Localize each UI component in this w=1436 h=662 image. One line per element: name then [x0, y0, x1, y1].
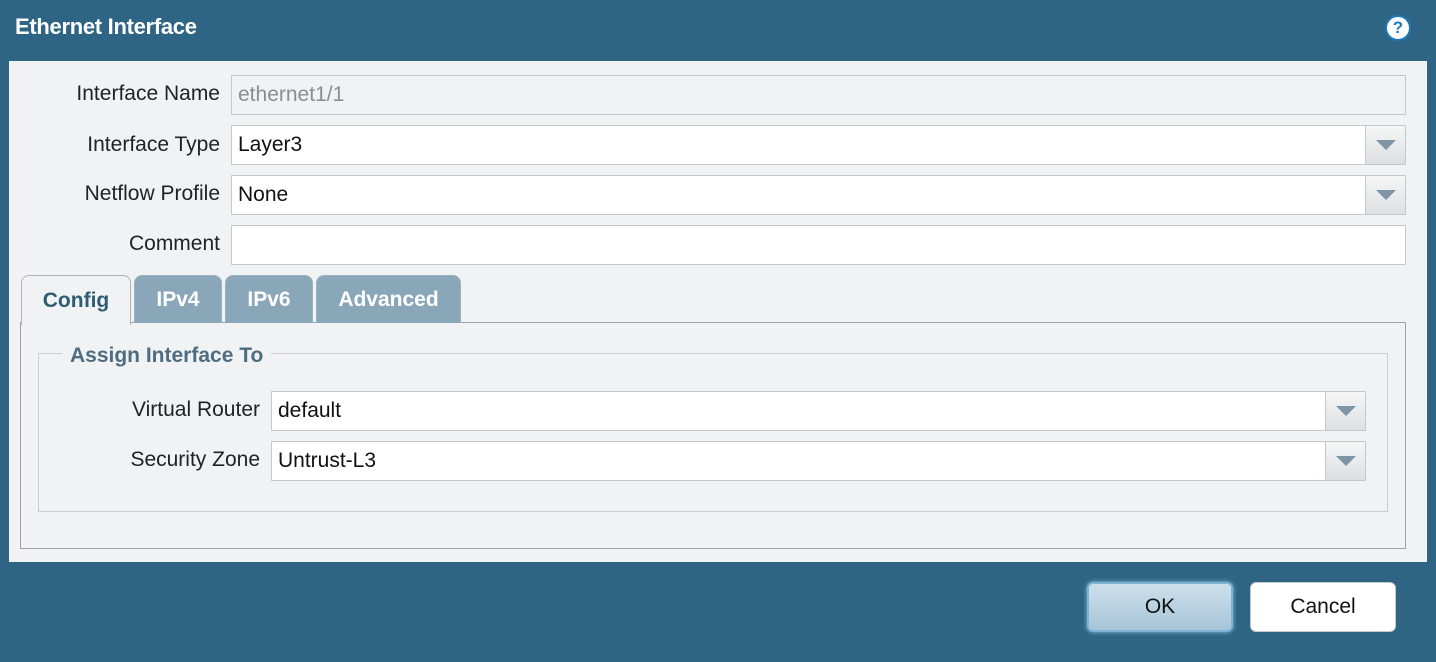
security-zone-label: Security Zone [130, 448, 260, 471]
dialog-title: Ethernet Interface [15, 14, 197, 39]
ok-button[interactable]: OK [1087, 582, 1233, 632]
comment-label: Comment [128, 232, 220, 255]
assign-interface-title: Assign Interface To [62, 344, 272, 368]
chevron-down-icon [1375, 140, 1396, 150]
interface-type-label: Interface Type [87, 133, 220, 156]
netflow-profile-value: None [238, 183, 289, 206]
interface-type-select[interactable]: Layer3 [231, 125, 1406, 165]
security-zone-select[interactable]: Untrust-L3 [271, 441, 1366, 481]
tab-ipv4[interactable]: IPv4 [134, 275, 222, 323]
chevron-down-icon [1335, 456, 1356, 466]
interface-type-dropdown-button[interactable] [1365, 126, 1405, 164]
security-zone-dropdown-button[interactable] [1325, 442, 1365, 480]
interface-name-field[interactable]: ethernet1/1 [231, 75, 1406, 115]
virtual-router-dropdown-button[interactable] [1325, 392, 1365, 430]
netflow-profile-select[interactable]: None [231, 175, 1406, 215]
netflow-profile-label: Netflow Profile [84, 182, 220, 205]
interface-name-label: Interface Name [76, 82, 220, 105]
comment-field[interactable] [231, 225, 1406, 265]
help-icon[interactable]: ? [1385, 15, 1411, 41]
netflow-profile-dropdown-button[interactable] [1365, 176, 1405, 214]
virtual-router-value: default [278, 399, 342, 422]
tab-advanced[interactable]: Advanced [316, 275, 461, 323]
chevron-down-icon [1335, 406, 1356, 416]
assign-interface-group [38, 353, 1388, 512]
dialog-titlebar: Ethernet Interface ? [0, 0, 1436, 60]
cancel-button[interactable]: Cancel [1250, 582, 1396, 632]
virtual-router-select[interactable]: default [271, 391, 1366, 431]
tab-ipv6[interactable]: IPv6 [225, 275, 313, 323]
chevron-down-icon [1375, 190, 1396, 200]
security-zone-value: Untrust-L3 [278, 449, 377, 472]
tab-config[interactable]: Config [21, 275, 131, 325]
interface-type-value: Layer3 [238, 133, 303, 156]
virtual-router-label: Virtual Router [131, 398, 260, 421]
